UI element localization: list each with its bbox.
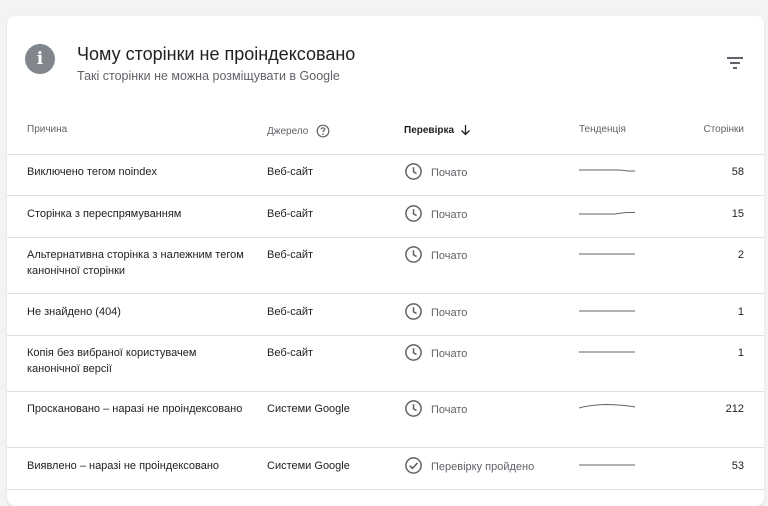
row-status-label: Почато [431,306,468,319]
row-status-label: Почато [431,403,468,416]
row-reason: Проскановано – наразі не проіндексовано [27,403,243,415]
row-status-label: Почато [431,249,468,262]
row-divider [7,489,764,490]
row-reason: Виключено тегом noindex [27,166,158,178]
row-pages-count: 53 [731,460,744,472]
row-pages-count: 58 [731,166,744,178]
column-header-source[interactable]: Джерело [267,124,330,138]
column-header-reason[interactable]: Причина [27,124,67,135]
row-status-label: Перевірку пройдено [431,460,535,473]
row-validation-status: Почато [404,400,468,418]
row-status-label: Почато [431,347,468,360]
row-reason: Копія без вибраної користувачем канонічн… [27,347,197,375]
row-pages-count: 2 [737,249,744,261]
card-subtitle: Такі сторінки не можна розміщувати в Goo… [77,69,340,83]
table-row[interactable]: Альтернативна сторінка з належним тегом … [7,237,764,293]
clock-icon [405,344,422,361]
row-validation-status: Почато [404,163,468,181]
check-circle-icon [405,457,422,474]
row-validation-status: Почато [404,246,468,264]
row-source: Системи Google [267,403,350,415]
clock-icon [405,400,422,417]
row-source: Веб-сайт [267,347,314,359]
row-validation-status: Почато [404,303,468,321]
column-header-trend: Тенденція [579,124,626,135]
row-pages-count: 212 [725,403,744,415]
row-status-label: Почато [431,166,468,179]
table-row[interactable]: Виключено тегом noindex Веб-сайт Почато 58 [7,154,764,195]
row-trend-sparkline [579,351,635,353]
table-row[interactable]: Виявлено – наразі не проіндексовано Систе… [7,447,764,489]
column-header-pages[interactable]: Сторінки [703,124,744,135]
row-trend-sparkline [579,212,635,215]
row-trend-sparkline [579,403,635,409]
table-row[interactable]: Не знайдено (404) Веб-сайт Почато 1 [7,293,764,335]
help-icon[interactable] [316,124,330,138]
row-reason: Не знайдено (404) [27,306,121,318]
clock-icon [405,303,422,320]
column-header-validation[interactable]: Перевірка [404,124,471,136]
row-reason: Сторінка з переспрямуванням [27,208,182,220]
row-source: Веб-сайт [267,306,314,318]
clock-icon [405,246,422,263]
table-row[interactable]: Сторінка з переспрямуванням Веб-сайт Почат… [7,195,764,237]
not-indexed-card: i Чому сторінки не проіндексовано Такі с… [7,16,764,506]
row-trend-sparkline [579,310,635,312]
row-validation-status: Перевірку пройдено [404,457,535,475]
row-source: Системи Google [267,460,350,472]
row-pages-count: 15 [731,208,744,220]
filter-icon[interactable] [724,54,746,72]
row-source: Веб-сайт [267,166,314,178]
row-source: Веб-сайт [267,249,314,261]
row-validation-status: Почато [404,205,468,223]
row-status-label: Почато [431,208,468,221]
row-pages-count: 1 [737,347,744,359]
row-pages-count: 1 [737,306,744,318]
row-reason: Альтернативна сторінка з належним тегом … [27,249,244,277]
row-trend-sparkline [579,169,635,172]
row-reason: Виявлено – наразі не проіндексовано [27,460,220,472]
row-trend-sparkline [579,464,635,466]
row-validation-status: Почато [404,344,468,362]
clock-icon [405,205,422,222]
table-row[interactable]: Копія без вибраної користувачем канонічн… [7,335,764,391]
clock-icon [405,163,422,180]
card-title: Чому сторінки не проіндексовано [77,44,356,64]
row-trend-sparkline [579,253,635,255]
table-row[interactable]: Проскановано – наразі не проіндексовано С… [7,391,764,447]
arrow-down-icon [461,125,470,136]
row-source: Веб-сайт [267,208,314,220]
info-icon: i [25,44,55,74]
